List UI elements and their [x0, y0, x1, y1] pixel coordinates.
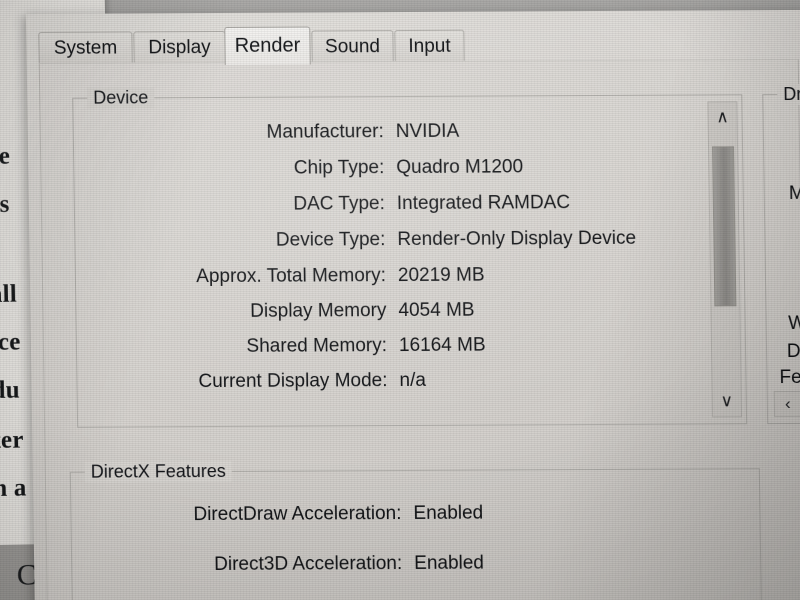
scroll-left-icon[interactable]: ‹ [776, 392, 800, 416]
row-value: Render-Only Display Device [397, 227, 637, 251]
row-label: Current Display Mode: [198, 370, 388, 393]
drivers-row-clipped: Feat [779, 366, 800, 389]
table-row: Device Type: Render-Only Display Device [75, 226, 636, 255]
drivers-row-clipped: M [788, 182, 800, 204]
tab-system[interactable]: System [38, 31, 133, 64]
background-text-fragment: all [0, 280, 18, 309]
device-group-title: Device [87, 87, 155, 109]
table-row: DirectDraw Acceleration: Enabled [71, 501, 483, 529]
directx-features-group-title: DirectX Features [84, 460, 233, 483]
tab-render[interactable]: Render [224, 26, 311, 65]
row-label: Device Type: [275, 229, 386, 251]
background-text-fragment: n a [0, 474, 27, 503]
table-row: Chip Type: Quadro M1200 [74, 154, 524, 182]
row-value: Quadro M1200 [396, 156, 524, 179]
table-row: DAC Type: Integrated RAMDAC [75, 190, 571, 219]
row-label: DAC Type: [293, 193, 386, 215]
drivers-group-title: Drivers [777, 83, 800, 106]
device-group: Device Manufacturer: NVIDIA Chip Type: Q… [72, 87, 748, 428]
table-row: Current Display Mode: n/a [77, 368, 426, 396]
table-row: Approx. Total Memory: 20219 MB [76, 263, 485, 291]
tab-label: Render [234, 34, 301, 57]
row-label: Approx. Total Memory: [196, 265, 387, 288]
drivers-horizontal-scrollbar[interactable]: ‹ [773, 389, 800, 418]
row-value: Enabled [413, 502, 484, 524]
row-value: Integrated RAMDAC [396, 192, 571, 215]
directx-features-list: DirectDraw Acceleration: Enabled Direct3… [71, 491, 753, 600]
background-text-fragment: ce [0, 142, 11, 171]
tab-sound[interactable]: Sound [311, 30, 394, 63]
table-row: Display Memory 4054 MB [76, 298, 475, 326]
row-value: n/a [400, 403, 427, 407]
row-value: n/a [399, 369, 427, 392]
row-label: Direct3D Acceleration: [214, 553, 403, 575]
row-label: Display Memory [250, 300, 387, 322]
screen-photograph: i ce es all ice du ter n a C System Disp… [0, 0, 800, 600]
scroll-down-icon[interactable]: ∨ [713, 388, 741, 414]
tab-label: Sound [324, 35, 381, 57]
row-value: 20219 MB [397, 264, 485, 287]
background-text-fragment: ter [0, 426, 24, 455]
tab-label: Display [148, 36, 211, 58]
row-label: Shared Memory: [246, 335, 388, 357]
table-row: Manufacturer: NVIDIA [74, 119, 460, 147]
device-property-list: Manufacturer: NVIDIA Chip Type: Quadro M… [74, 113, 714, 407]
row-value: NVIDIA [395, 120, 460, 143]
row-label: DirectDraw Acceleration: [193, 503, 402, 526]
device-vertical-scrollbar[interactable]: ∧ ∨ [707, 101, 743, 418]
background-text-fragment: es [0, 190, 10, 219]
directx-features-group: DirectX Features DirectDraw Acceleration… [69, 460, 763, 600]
table-row: Monitor: n/a [78, 401, 427, 407]
table-row: Shared Memory: 16164 MB [77, 333, 486, 361]
drivers-row-clipped: Wh [788, 312, 800, 334]
row-value: 16164 MB [398, 334, 486, 357]
tab-label: System [53, 37, 118, 59]
row-value: Enabled [414, 552, 485, 574]
background-text-fragment: du [0, 376, 21, 405]
tab-input[interactable]: Input [394, 29, 465, 63]
drivers-row-clipped: Dir [786, 340, 800, 363]
table-row: Direct3D Acceleration: Enabled [72, 551, 484, 579]
render-tab-panel: Device Manufacturer: NVIDIA Chip Type: Q… [38, 58, 800, 600]
row-label: Chip Type: [293, 157, 385, 179]
background-text-fragment: ice [0, 328, 21, 357]
row-label: Monitor: [78, 403, 388, 407]
dxdiag-dialog: System Display Render Sound Input Device… [26, 9, 800, 600]
scrollbar-thumb[interactable] [712, 146, 737, 307]
tab-label: Input [408, 35, 451, 57]
scroll-up-icon[interactable]: ∧ [708, 104, 736, 130]
row-value: 4054 MB [398, 299, 475, 322]
tab-display[interactable]: Display [133, 30, 226, 64]
row-label: Manufacturer: [266, 121, 384, 143]
tab-strip: System Display Render Sound Input [38, 24, 799, 65]
drivers-group: Drivers M Wh Dir Feat Dri ‹ [762, 83, 800, 425]
